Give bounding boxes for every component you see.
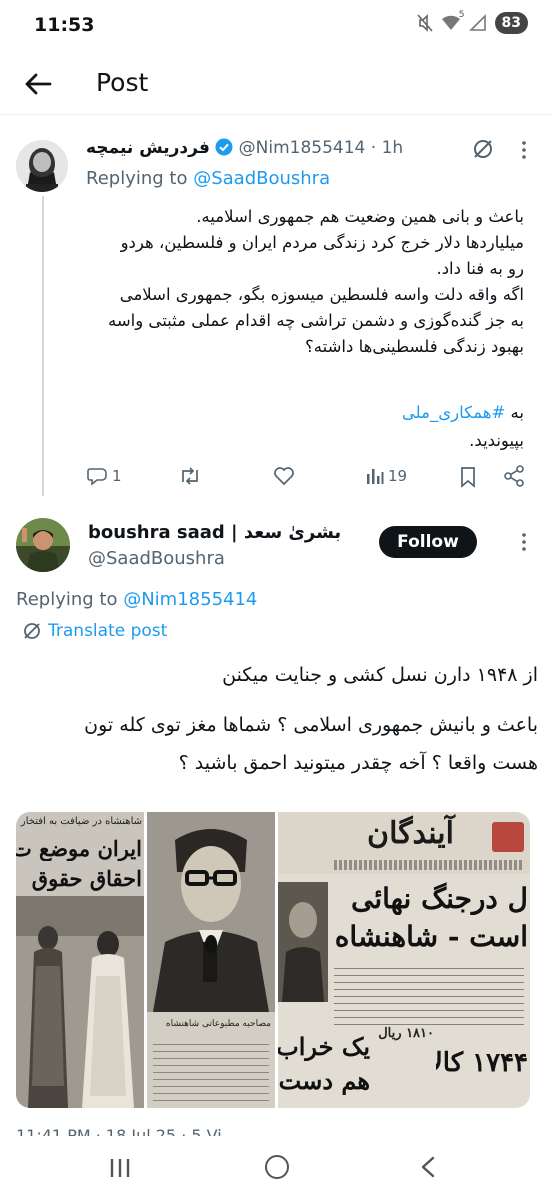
avatar-nim1855414[interactable] [16,140,68,192]
replying-to-line: Replying to @Nim1855414 [16,589,257,610]
masthead-logo [492,822,524,852]
main-tweet-body: از ۱۹۴۸ دارن نسل کشی و جنایت میکنن باعث … [16,656,538,782]
newspaper-subline [334,860,524,870]
replying-to-label: Replying to [16,589,118,610]
app-bar: Post [0,52,554,114]
back-arrow-icon[interactable] [22,68,54,100]
translate-label: Translate post [48,621,168,641]
recent-apps-icon[interactable] [109,1157,131,1179]
main-tweet-name[interactable]: boushra saad | بشریٰ سعد [88,522,341,543]
body-line: اگه واقه دلت واسه فلسطین میسوزه بگو، جمه… [119,285,524,304]
reply-tweet-body: باعث و بانی همین وضعیت هم جمهوری اسلامیه… [80,204,524,360]
newspaper-header: شاهنشاه در ضیافت به افتخار م [18,816,142,827]
newspaper-photo-right[interactable]: آیندگان ل درجنگ نهائی است - شاهنشاه ۱۸۱۰… [278,812,530,1108]
newspaper-side-photo [278,882,328,1002]
replying-to-link[interactable]: @SaadBoushra [193,168,330,189]
newspaper-price: ۱۸۱۰ ریال [378,1026,434,1041]
body-line: به جز گنده‌گوزی و دشمن تراشی چه اقدام عم… [107,311,524,330]
views-icon [367,469,384,484]
signal-icon [468,14,486,31]
translate-post[interactable]: Translate post [22,621,167,641]
tweet-timestamp: 11:41 PM · 18 Jul 25 · 5 Vi [16,1126,222,1136]
replying-to-line: Replying to @SaadBoushra [86,168,330,189]
newspaper-headline: ل درجنگ نهائی [350,882,528,915]
replying-to-label: Replying to [86,168,188,189]
nav-back-icon[interactable] [420,1156,436,1178]
body-line: باعث و بانیش جمهوری اسلامی ؟ شماها مغز ت… [84,714,538,736]
newspaper-headline: احقاق حقوق [31,866,142,891]
body-line: هست واقعا ؟ آخه چقدر میتونید احمق باشید … [178,752,538,774]
handle-and-time: @Nim1855414 · 1h [238,138,404,158]
battery-badge: 83 [494,12,528,34]
more-options-icon[interactable] [520,532,528,552]
newspaper-photo-figures [16,896,144,1108]
views-action[interactable]: 19 [366,466,407,486]
newspaper-columns [334,962,524,1028]
newspaper-headline: ایران موضع ت [16,836,142,861]
newspaper-masthead: آیندگان [367,816,454,851]
newspaper-bottom-headline: یک خراب [278,1032,370,1061]
reply-tweet-header: فردریش نیمچه @Nim1855414 · 1h [86,138,506,164]
body-line: باعث و بانی همین وضعیت هم جمهوری اسلامیه… [196,207,524,226]
media-grid[interactable]: شاهنشاه در ضیافت به افتخار م ایران موضع … [16,812,530,1108]
share-icon[interactable] [503,465,525,487]
more-options-icon[interactable] [520,140,528,160]
hashtag-suffix: بپیوندید. [469,431,524,450]
hashtag-link[interactable]: #همکاری_ملی [402,403,505,422]
app-bar-divider [0,114,554,115]
body-line: بهبود زندگی فلسطینی‌ها داشته؟ [305,337,524,356]
hashtag-prefix: به [510,403,524,422]
newspaper-big-number: ۱۷۴۴ کالا [436,1048,528,1078]
status-time: 11:53 [34,14,95,36]
status-bar: 11:53 5 83 [0,0,554,52]
translate-icon [24,623,40,639]
follow-button[interactable]: Follow [379,526,477,558]
hashtag-line: به #همکاری_ملی [80,400,524,426]
verified-badge-icon [215,138,233,156]
repost-icon[interactable] [178,466,202,486]
photo-caption: مصاحبه مطبوعاتی شاهنشاه [165,1019,271,1029]
thread-line [42,196,44,496]
body-line: میلیاردها دلار خرج کرد زندگی مردم ایران … [120,233,524,252]
views-count: 19 [388,467,408,485]
display-name[interactable]: فردریش نیمچه [86,138,210,158]
caption-lines [153,1038,269,1102]
avatar-saadboushra[interactable] [16,518,70,572]
grok-icon[interactable] [472,138,494,160]
newspaper-photo-middle[interactable]: مصاحبه مطبوعاتی شاهنشاه [147,812,275,1108]
body-line: رو به فنا داد. [436,259,524,278]
page-title: Post [96,68,149,97]
newspaper-headline: است - شاهنشاه [334,920,528,953]
newspaper-bottom-headline: هم دست [278,1066,370,1095]
bookmark-icon[interactable] [459,466,477,488]
mute-icon [416,14,433,32]
body-line: از ۱۹۴۸ دارن نسل کشی و جنایت میکنن [222,664,538,686]
home-icon[interactable] [265,1155,289,1179]
reply-action[interactable]: 1 [86,466,122,486]
main-tweet-handle: @SaadBoushra [88,548,225,569]
newspaper-photo-left[interactable]: شاهنشاه در ضیافت به افتخار م ایران موضع … [16,812,144,1108]
network-badge: 5 [458,10,465,20]
replying-to-link[interactable]: @Nim1855414 [123,589,257,610]
reply-icon [87,468,107,486]
wifi-icon: 5 [441,10,465,32]
like-icon[interactable] [273,466,295,486]
reply-count: 1 [112,467,122,485]
system-icons: 5 83 [416,10,528,34]
